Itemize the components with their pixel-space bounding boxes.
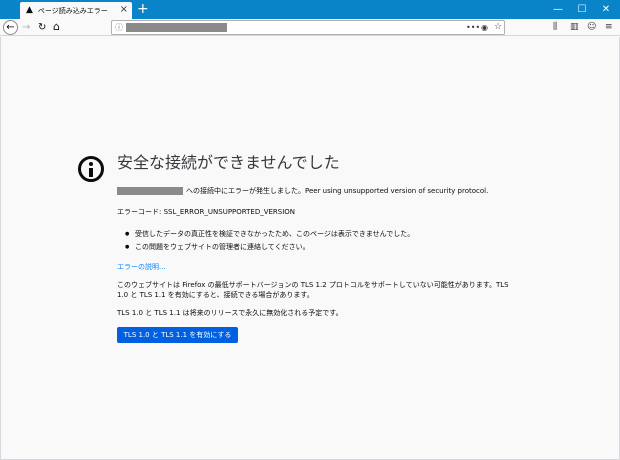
forward-button[interactable]: → [22, 20, 30, 35]
home-button[interactable]: ⌂ [53, 19, 60, 35]
redacted-url [126, 23, 227, 32]
enable-tls-button[interactable]: TLS 1.0 と TLS 1.1 を有効にする [117, 327, 238, 343]
minimize-button[interactable]: — [546, 0, 570, 19]
error-description-text: への接続中にエラーが発生しました。Peer using unsupported … [186, 187, 489, 195]
page-actions-icon[interactable]: ••• [466, 21, 480, 34]
tab-title: ページ読み込みエラー [37, 6, 108, 15]
title-bar: ▲ ページ読み込みエラー × + — ☐ ✕ [0, 0, 620, 19]
info-icon[interactable]: ⓘ [115, 21, 123, 34]
tls-deprecation-note: TLS 1.0 と TLS 1.1 は将来のリリースで永久に無効化される予定です… [117, 309, 343, 317]
maximize-button[interactable]: ☐ [570, 0, 594, 19]
info-circle-icon [78, 156, 104, 182]
list-item: この問題をウェブサイトの管理者に連絡してください。 [125, 242, 505, 252]
reload-button[interactable]: ↻ [38, 20, 46, 35]
error-description: への接続中にエラーが発生しました。Peer using unsupported … [117, 186, 512, 196]
account-icon[interactable]: ☺ [587, 20, 596, 35]
list-item: 受信したデータの真正性を検証できなかったため、このページは表示できませんでした。 [125, 229, 505, 239]
close-window-button[interactable]: ✕ [594, 0, 618, 19]
menu-icon[interactable]: ≡ [605, 20, 613, 35]
bookmark-star-icon[interactable]: ☆ [494, 21, 502, 34]
sidebar-icon[interactable]: ▥ [570, 20, 579, 35]
url-bar[interactable]: ⓘ ••• ◉ ☆ [111, 20, 505, 35]
error-title: 安全な接続ができませんでした [117, 153, 340, 172]
tab-close-icon[interactable]: × [120, 4, 128, 16]
library-icon[interactable]: ⫼ [553, 20, 557, 35]
warning-icon: ▲ [26, 5, 33, 15]
page-content: 安全な接続ができませんでした への接続中にエラーが発生しました。Peer usi… [0, 37, 620, 460]
navigation-bar: ← → ↻ ⌂ ⓘ ••• ◉ ☆ ⫼ ▥ ☺ ≡ [0, 19, 620, 36]
learn-more-link[interactable]: エラーの説明... [117, 262, 512, 272]
error-code: エラーコード: SSL_ERROR_UNSUPPORTED_VERSION [117, 208, 296, 216]
new-tab-button[interactable]: + [137, 1, 149, 17]
error-bullets: 受信したデータの真正性を検証できなかったため、このページは表示できませんでした。… [125, 229, 505, 255]
back-button[interactable]: ← [3, 20, 18, 35]
pocket-icon[interactable]: ◉ [481, 21, 488, 34]
redacted-hostname [117, 187, 183, 195]
tls-explanation: このウェブサイトは Firefox の最低サポートバージョンの TLS 1.2 … [117, 281, 509, 299]
tab-error-page[interactable]: ▲ ページ読み込みエラー × [20, 2, 132, 19]
